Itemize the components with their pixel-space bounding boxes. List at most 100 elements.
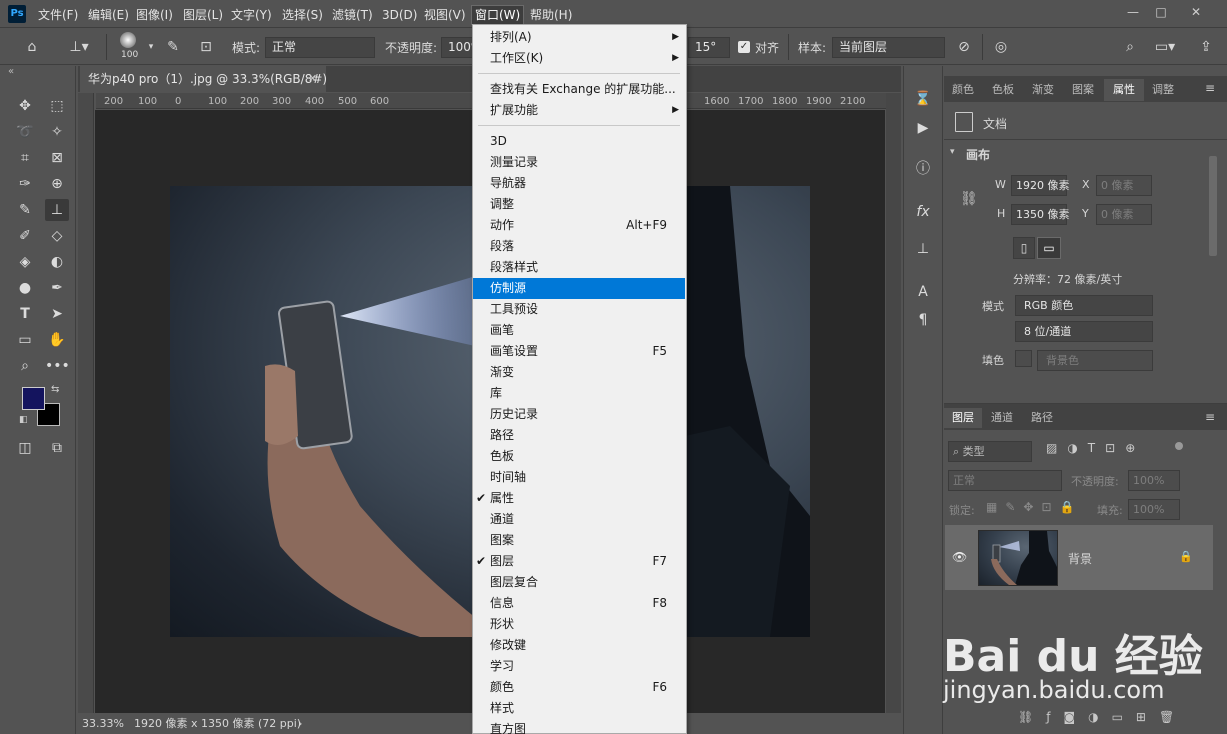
color-mode-select[interactable]: RGB 颜色: [1015, 295, 1153, 316]
vertical-scrollbar[interactable]: [886, 93, 901, 713]
bit-depth-select[interactable]: 8 位/通道: [1015, 321, 1153, 342]
brush-tool-icon[interactable]: ✎: [13, 199, 37, 221]
eraser-tool-icon[interactable]: ◇: [45, 225, 69, 247]
lock-icons[interactable]: ▦✎✥⊡🔒: [986, 500, 1082, 514]
align-checkbox[interactable]: ✓: [738, 41, 750, 53]
info-icon[interactable]: ⓘ: [912, 158, 934, 180]
window-menu-item[interactable]: 信息 F8: [473, 593, 685, 614]
foreground-color-swatch[interactable]: [22, 387, 45, 410]
search-icon[interactable]: ⌕: [1119, 36, 1141, 58]
window-menu-item[interactable]: 图层复合: [473, 572, 685, 593]
history-icon[interactable]: ⌛: [912, 88, 934, 110]
angle-field[interactable]: 15°: [688, 37, 730, 58]
workspace-icon[interactable]: ▭▾: [1150, 36, 1180, 58]
ignore-adjustment-layers-icon[interactable]: ⊘: [953, 36, 975, 58]
styles-fx-icon[interactable]: fx: [912, 201, 934, 223]
history-brush-tool-icon[interactable]: ✐: [13, 225, 37, 247]
window-menu-item[interactable]: 通道: [473, 509, 685, 530]
rectangle-tool-icon[interactable]: ▭: [13, 329, 37, 351]
menu-image[interactable]: 图像(I): [136, 6, 173, 24]
swap-colors-icon[interactable]: ⇆: [51, 384, 59, 395]
window-menu-item[interactable]: 导航器: [473, 173, 685, 194]
tab-color[interactable]: 颜色: [952, 79, 974, 101]
height-field[interactable]: 1350 像素: [1011, 204, 1070, 225]
menu-view[interactable]: 视图(V): [424, 6, 466, 24]
window-menu-item[interactable]: 形状: [473, 614, 685, 635]
window-menu-item[interactable]: 渐变: [473, 362, 685, 383]
marquee-tool-icon[interactable]: ⬚: [45, 95, 69, 117]
window-menu-item[interactable]: 画笔: [473, 320, 685, 341]
window-menu-item[interactable]: 工作区(K) ▶: [473, 48, 685, 69]
document-tab[interactable]: 华为p40 pro（1）.jpg @ 33.3%(RGB/8#): [80, 66, 327, 92]
screen-mode-icon[interactable]: ⧉: [45, 437, 69, 459]
zoom-level[interactable]: 33.33%: [82, 713, 124, 734]
window-menu-item[interactable]: 直方图: [473, 719, 685, 734]
tab-layers[interactable]: 图层: [944, 408, 982, 428]
spot-healing-tool-icon[interactable]: ⊕: [45, 173, 69, 195]
x-field[interactable]: 0 像素: [1096, 175, 1152, 196]
opacity-field[interactable]: 100%: [441, 37, 473, 58]
blur-tool-icon[interactable]: ◐: [45, 251, 69, 273]
sample-select[interactable]: 当前图层: [832, 37, 945, 58]
blend-mode-select[interactable]: 正常: [948, 470, 1062, 491]
window-menu-item[interactable]: 段落样式: [473, 257, 685, 278]
pen-tool-icon[interactable]: ✒: [45, 277, 69, 299]
clone-source-icon[interactable]: ⊥: [912, 238, 934, 260]
window-menu-item[interactable]: 学习: [473, 656, 685, 677]
layer-opacity-field[interactable]: 100%: [1128, 470, 1180, 491]
layer-filter-icons[interactable]: ▨◑T⊡⊕: [1046, 441, 1145, 455]
chevron-down-icon[interactable]: ▾: [950, 147, 955, 157]
portrait-orientation-icon[interactable]: ▯: [1013, 237, 1035, 259]
window-menu-item[interactable]: 仿制源: [473, 278, 685, 299]
collapse-icon[interactable]: «: [8, 66, 14, 77]
window-menu-item[interactable]: 调整: [473, 194, 685, 215]
properties-scrollbar[interactable]: [1209, 156, 1217, 256]
menu-window[interactable]: 窗口(W): [470, 5, 525, 25]
layer-filter-select[interactable]: ⌕ 类型: [948, 441, 1032, 462]
y-field[interactable]: 0 像素: [1096, 204, 1152, 225]
clone-stamp-tool-icon[interactable]: ⊥: [45, 199, 69, 221]
pressure-size-icon[interactable]: ◎: [990, 36, 1012, 58]
move-tool-icon[interactable]: ✥: [13, 95, 37, 117]
default-colors-icon[interactable]: ◧: [19, 415, 28, 425]
tab-swatches[interactable]: 色板: [992, 79, 1014, 101]
chevron-down-icon[interactable]: ▾: [140, 36, 162, 58]
minimize-button[interactable]: —: [1122, 4, 1144, 20]
paragraph-icon[interactable]: ¶: [912, 309, 934, 331]
magic-wand-tool-icon[interactable]: ✧: [45, 121, 69, 143]
link-icon[interactable]: ⛓: [960, 191, 978, 207]
filter-toggle-icon[interactable]: [1175, 442, 1183, 450]
zoom-tool-icon[interactable]: ⌕: [13, 355, 37, 377]
panel-menu-icon[interactable]: ≡: [1205, 81, 1215, 95]
window-menu-item[interactable]: 库: [473, 383, 685, 404]
window-menu-item[interactable]: 动作 Alt+F9: [473, 215, 685, 236]
window-menu-item[interactable]: 修改键: [473, 635, 685, 656]
visibility-eye-icon[interactable]: 👁: [952, 550, 967, 564]
window-menu-item[interactable]: 画笔设置 F5: [473, 341, 685, 362]
menu-layer[interactable]: 图层(L): [183, 6, 223, 24]
layer-thumbnail[interactable]: [978, 530, 1058, 586]
width-field[interactable]: 1920 像素: [1011, 175, 1070, 196]
layer-actions-bar[interactable]: ⛓ƒ◙◑▭⊞🗑: [1018, 710, 1187, 724]
menu-help[interactable]: 帮助(H): [530, 6, 572, 24]
fill-color-swatch[interactable]: [1015, 350, 1032, 367]
actions-play-icon[interactable]: ▶: [912, 117, 934, 139]
window-menu-item[interactable]: 图案: [473, 530, 685, 551]
window-menu-item[interactable]: 测量记录: [473, 152, 685, 173]
path-selection-tool-icon[interactable]: ➤: [45, 303, 69, 325]
menu-3d[interactable]: 3D(D): [382, 6, 417, 24]
menu-type[interactable]: 文字(Y): [231, 6, 272, 24]
brush-preview-icon[interactable]: [120, 32, 136, 48]
eyedropper-tool-icon[interactable]: ✑: [13, 173, 37, 195]
crop-tool-icon[interactable]: ⌗: [13, 147, 37, 169]
window-menu-item[interactable]: 时间轴: [473, 467, 685, 488]
tab-patterns[interactable]: 图案: [1072, 79, 1094, 101]
mode-select[interactable]: 正常: [265, 37, 375, 58]
window-menu-item[interactable]: 3D: [473, 131, 685, 152]
tab-adjustments[interactable]: 调整: [1152, 79, 1174, 101]
hand-tool-icon[interactable]: ✋: [45, 329, 69, 351]
window-menu-item[interactable]: 工具预设: [473, 299, 685, 320]
tab-channels[interactable]: 通道: [991, 408, 1013, 428]
layer-name[interactable]: 背景: [1068, 550, 1092, 567]
window-menu-item[interactable]: 色板: [473, 446, 685, 467]
